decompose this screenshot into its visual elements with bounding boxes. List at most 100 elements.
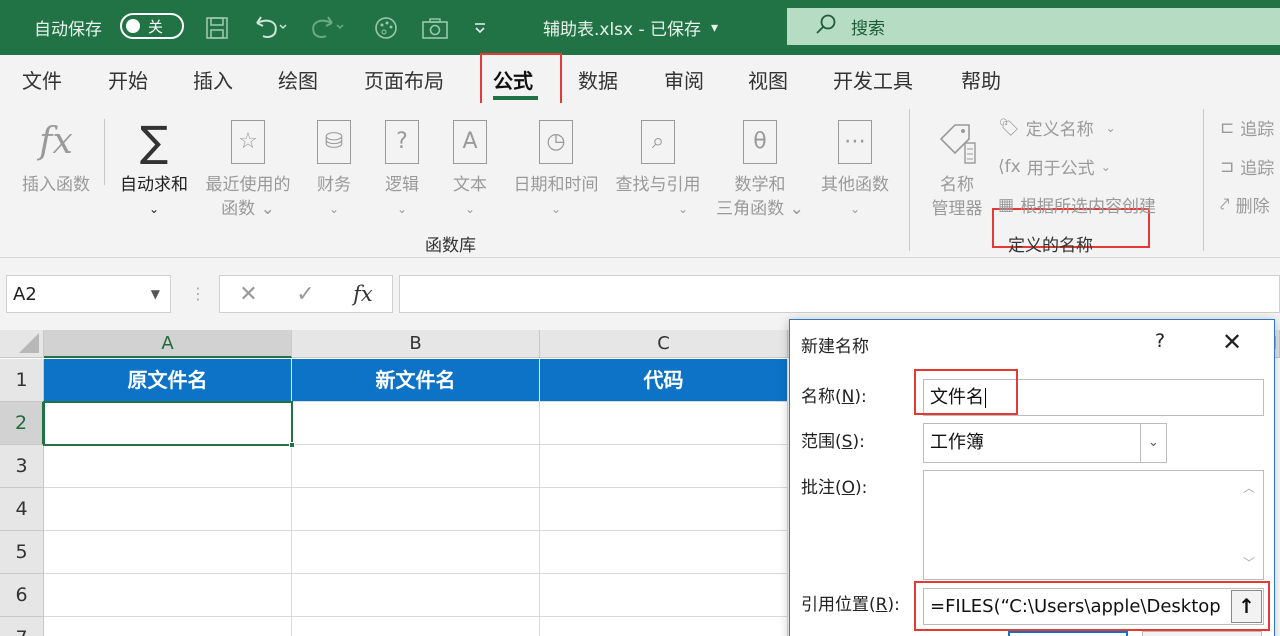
cell-c4[interactable] (540, 488, 788, 531)
undo-icon[interactable] (253, 0, 287, 55)
text-button[interactable]: A 文本 ⌄ (442, 111, 498, 221)
chevron-down-icon: ⌄ (396, 202, 408, 216)
cell-a4[interactable] (44, 488, 292, 531)
financial-label: 财务 (317, 175, 351, 195)
name-box[interactable]: A2 ▼ (6, 275, 171, 313)
column-header-c[interactable]: C (540, 330, 788, 358)
logical-button[interactable]: ? 逻辑 ⌄ (374, 111, 430, 221)
autosave-label: 自动保存 (34, 20, 102, 40)
name-box-value: A2 (13, 283, 37, 305)
cancel-icon[interactable]: ✕ (239, 282, 257, 307)
recently-used-label-1: 最近使用的 (205, 175, 291, 195)
scroll-up-icon[interactable]: ︿ (1243, 479, 1255, 496)
row-header-2[interactable]: 2 (0, 402, 44, 445)
select-all-button[interactable] (0, 330, 44, 358)
cell-c5[interactable] (540, 531, 788, 574)
row-header-6[interactable]: 6 (0, 574, 44, 617)
name-manager-label-1: 名称 (940, 175, 974, 195)
remove-arrows-button[interactable]: ⤤ 删除 (1220, 192, 1270, 218)
cell-a5[interactable] (44, 531, 292, 574)
tab-page-layout[interactable]: 页面布局 (364, 65, 444, 94)
chevron-down-icon[interactable]: ▼ (151, 287, 160, 301)
autosum-button[interactable]: ∑ 自动求和 ⌄ (110, 111, 198, 221)
chevron-down-icon[interactable]: ⌄ (1140, 424, 1166, 462)
customize-toolbar-icon[interactable] (472, 0, 488, 55)
define-name-button[interactable]: 🏷 定义名称 ⌄ (998, 115, 1116, 141)
tab-home[interactable]: 开始 (108, 65, 148, 94)
cell-c7[interactable] (540, 617, 788, 636)
sigma-icon: ∑ (139, 117, 169, 166)
drag-handle-icon[interactable]: ⋮ (190, 284, 206, 303)
document-title[interactable]: 辅助表.xlsx - 已保存 ▾ (543, 0, 718, 55)
cell-b1[interactable]: 新文件名 (292, 359, 540, 402)
chevron-down-icon: ⌄ (464, 202, 476, 216)
save-icon[interactable] (205, 0, 229, 55)
tab-file[interactable]: 文件 (22, 65, 62, 94)
redo-icon[interactable] (310, 0, 344, 55)
row-header-4[interactable]: 4 (0, 488, 44, 531)
cancel-button[interactable] (1142, 631, 1262, 636)
math-trig-button[interactable]: θ 数学和 三角函数 ⌄ (712, 111, 808, 221)
comment-textarea[interactable]: ︿ ﹀ (923, 470, 1264, 580)
cell-b7[interactable] (292, 617, 540, 636)
cell-b2[interactable] (292, 402, 540, 445)
more-functions-button[interactable]: ⋯ 其他函数 ⌄ (814, 111, 896, 221)
create-from-selection-button[interactable]: ▦ 根据所选内容创建 (998, 192, 1156, 218)
name-manager-button[interactable]: 名称 管理器 (926, 111, 988, 221)
trace-precedents-button[interactable]: ⊏ 追踪 (1220, 115, 1274, 141)
use-in-formula-button[interactable]: ⟨fx 用于公式 ⌄ (998, 154, 1111, 180)
camera-icon[interactable] (421, 0, 449, 55)
cell-c3[interactable] (540, 445, 788, 488)
cell-c1[interactable]: 代码 (540, 359, 788, 402)
remove-arrows-label: 删除 (1235, 197, 1270, 217)
cell-b4[interactable] (292, 488, 540, 531)
enter-icon[interactable]: ✓ (296, 282, 314, 307)
scope-select[interactable]: 工作簿 ⌄ (923, 423, 1167, 463)
cell-a6[interactable] (44, 574, 292, 617)
tab-help[interactable]: 帮助 (961, 65, 1001, 94)
cell-b3[interactable] (292, 445, 540, 488)
column-header-b[interactable]: B (292, 330, 540, 358)
row-header-1[interactable]: 1 (0, 359, 44, 402)
close-button[interactable]: ✕ (1222, 328, 1242, 356)
tab-developer[interactable]: 开发工具 (833, 65, 913, 94)
autosave-toggle[interactable]: 关 (120, 13, 184, 39)
filename-text: 辅助表.xlsx - 已保存 (543, 20, 702, 40)
search-box[interactable]: 搜索 (787, 8, 1280, 45)
trace-dependents-button[interactable]: ⊐ 追踪 (1220, 154, 1274, 180)
cell-a3[interactable] (44, 445, 292, 488)
highlight-name-field (914, 369, 1018, 415)
magnifier-book-icon: ⌕ (641, 120, 675, 164)
tag-icon: 🏷 (998, 117, 1020, 138)
cell-c6[interactable] (540, 574, 788, 617)
insert-function-button[interactable]: fx 插入函数 (10, 111, 102, 197)
column-header-a[interactable]: A (44, 330, 292, 358)
tab-review[interactable]: 审阅 (664, 65, 704, 94)
group-label-defined-names: 定义的名称 (1008, 236, 1093, 256)
cell-c2[interactable] (540, 402, 788, 445)
tab-data[interactable]: 数据 (578, 65, 618, 94)
row-header-5[interactable]: 5 (0, 531, 44, 574)
cell-a7[interactable] (44, 617, 292, 636)
tab-view[interactable]: 视图 (748, 65, 788, 94)
help-button[interactable]: ? (1155, 330, 1165, 352)
cell-b5[interactable] (292, 531, 540, 574)
scroll-down-icon[interactable]: ﹀ (1243, 554, 1255, 571)
fill-handle[interactable] (289, 442, 295, 448)
row-header-3[interactable]: 3 (0, 445, 44, 488)
ok-button[interactable] (1008, 631, 1128, 636)
cell-a1[interactable]: 原文件名 (44, 359, 292, 402)
cell-b6[interactable] (292, 574, 540, 617)
dialog-title: 新建名称 (801, 337, 869, 357)
tab-insert[interactable]: 插入 (193, 65, 233, 94)
formula-input[interactable] (399, 275, 1280, 313)
tab-draw[interactable]: 绘图 (278, 65, 318, 94)
lookup-button[interactable]: ⌕ 查找与引用 ⌄ (608, 111, 708, 221)
palette-icon[interactable] (373, 0, 399, 55)
insert-function-icon[interactable]: fx (353, 282, 373, 306)
financial-button[interactable]: ⛁ 财务 ⌄ (306, 111, 362, 221)
active-cell-a2[interactable] (43, 401, 295, 448)
row-header-7[interactable]: 7 (0, 617, 44, 636)
datetime-button[interactable]: ◷ 日期和时间 ⌄ (506, 111, 606, 221)
recently-used-button[interactable]: ☆ 最近使用的 函数 ⌄ (198, 111, 298, 221)
